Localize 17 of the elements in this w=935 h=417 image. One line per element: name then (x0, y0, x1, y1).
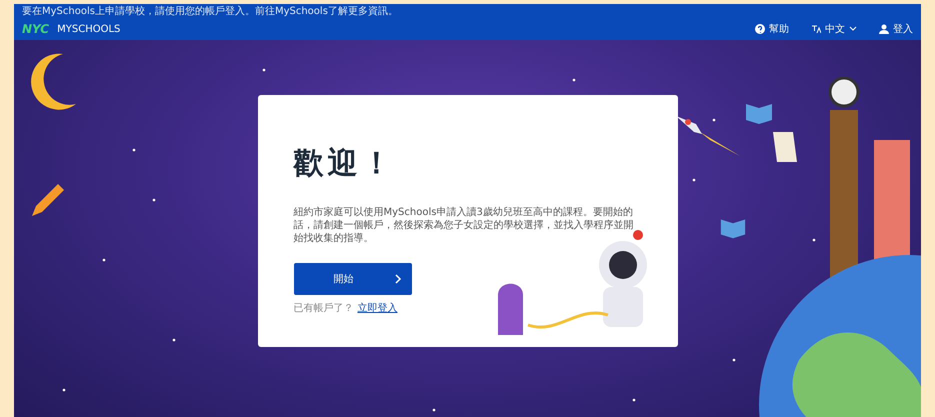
welcome-title: 歡迎！ (294, 145, 396, 183)
chevron-down-icon (849, 26, 857, 32)
signin-link[interactable]: 立即登入 (358, 301, 398, 315)
site-name: MYSCHOOLS (57, 24, 120, 34)
start-button[interactable]: 開始 (294, 263, 412, 295)
chevron-right-icon (394, 274, 402, 284)
welcome-text: 紐約市家庭可以使用MySchools申請入讀3歲幼兒班至高中的課程。要開始的話，請創建一個帳戶，然後探索為您子女設定的學校選擇，並找入學程序並開始找收集的指導。 (294, 206, 634, 245)
notice-text: 要在MySchools上申請學校，請使用您的帳戶登入。前往MySchools了解更多資訊。 (22, 6, 399, 18)
moon-drawing (28, 52, 78, 112)
signin-prompt: 已有帳戶了？ (294, 302, 354, 315)
user-icon (879, 24, 889, 34)
help-icon (755, 24, 765, 34)
nyc-logo[interactable]: NYC (22, 22, 50, 36)
language-link[interactable]: 中文 (811, 22, 857, 36)
help-link[interactable]: 幫助 (755, 22, 789, 36)
account-link[interactable]: 登入 (879, 22, 913, 36)
translate-icon (811, 24, 821, 34)
